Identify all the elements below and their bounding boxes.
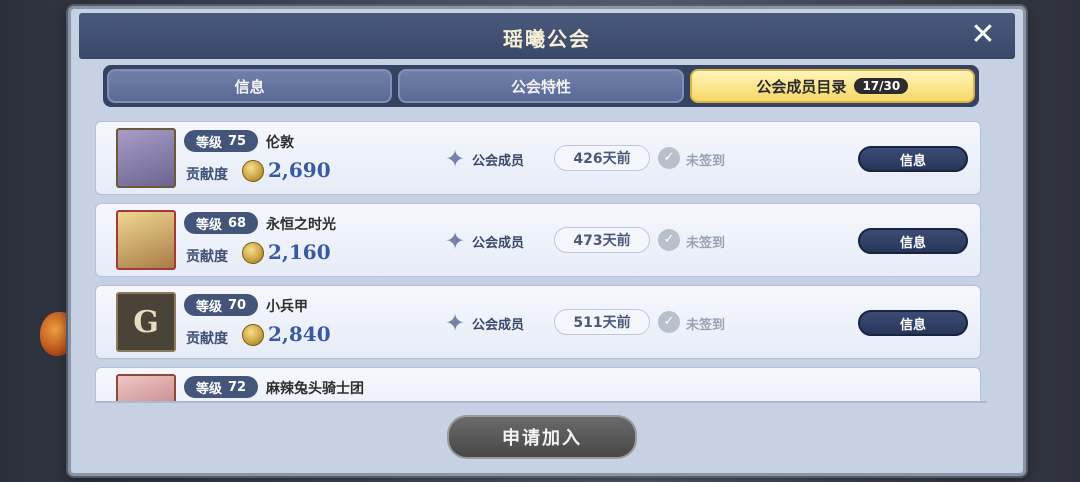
level-label: 等级 xyxy=(195,299,222,315)
info-button[interactable]: 信息 xyxy=(858,310,968,336)
member-name: 永恒之时光 xyxy=(266,217,336,233)
signin-status: 未签到 xyxy=(686,318,726,333)
check-icon: ✓ xyxy=(658,147,680,169)
contribution-label: 贡献度 xyxy=(186,167,228,183)
avatar[interactable]: G xyxy=(116,292,176,352)
last-online: 426天前 xyxy=(554,145,650,171)
member-name: 小兵甲 xyxy=(266,299,308,315)
title-bar: 瑶曦公会 ✕ xyxy=(79,13,1015,59)
tab-guild-traits-label: 公会特性 xyxy=(510,77,571,96)
signin-status: 未签到 xyxy=(686,236,726,251)
avatar[interactable] xyxy=(116,374,176,401)
level-label: 等级 xyxy=(195,135,222,151)
last-online: 473天前 xyxy=(554,227,650,253)
avatar[interactable] xyxy=(116,210,176,270)
level-value: 68 xyxy=(227,215,247,231)
tab-info[interactable]: 信息 xyxy=(107,69,393,103)
info-button[interactable]: 信息 xyxy=(858,146,968,172)
member-rank: 公会成员 xyxy=(472,318,525,333)
member-count-badge: 17/30 xyxy=(854,78,909,94)
member-list[interactable]: 等级 75 伦敦 贡献度 2,690 ✦ 公会成员 426天前 ✓ 未签到 信息… xyxy=(95,121,987,401)
level-badge: 等级 75 xyxy=(184,130,258,152)
close-icon[interactable]: ✕ xyxy=(965,17,1001,53)
tab-member-directory[interactable]: 公会成员目录 17/30 xyxy=(689,69,975,103)
last-online: 511天前 xyxy=(554,309,650,335)
member-name: 伦敦 xyxy=(266,135,294,151)
contribution-label: 贡献度 xyxy=(186,249,228,265)
member-row: 等级 72 麻辣兔头骑士团 xyxy=(95,367,981,401)
level-label: 等级 xyxy=(195,217,222,233)
info-button[interactable]: 信息 xyxy=(858,228,968,254)
contribution-value: 2,160 xyxy=(268,240,331,264)
member-rank: 公会成员 xyxy=(472,154,525,169)
tab-member-directory-label: 公会成员目录 xyxy=(756,77,847,96)
contribution-label: 贡献度 xyxy=(186,331,228,347)
apply-join-button[interactable]: 申请加入 xyxy=(447,415,637,459)
level-value: 70 xyxy=(227,297,247,313)
signin-status: 未签到 xyxy=(686,154,726,169)
tab-info-label: 信息 xyxy=(234,77,265,96)
coin-icon xyxy=(242,160,264,182)
contribution-value: 2,840 xyxy=(268,322,331,346)
level-badge: 等级 70 xyxy=(184,294,258,316)
coin-icon xyxy=(242,242,264,264)
coin-icon xyxy=(242,324,264,346)
check-icon: ✓ xyxy=(658,311,680,333)
level-value: 75 xyxy=(227,133,247,149)
contribution-value: 2,690 xyxy=(268,158,331,182)
tab-bar: 信息 公会特性 公会成员目录 17/30 xyxy=(103,65,979,107)
star-icon: ✦ xyxy=(444,309,466,337)
tab-guild-traits[interactable]: 公会特性 xyxy=(398,69,684,103)
check-icon: ✓ xyxy=(658,229,680,251)
member-rank: 公会成员 xyxy=(472,236,525,251)
level-label: 等级 xyxy=(195,381,222,397)
level-badge: 等级 72 xyxy=(184,376,258,398)
list-divider xyxy=(95,401,987,403)
star-icon: ✦ xyxy=(444,227,466,255)
member-row: 等级 68 永恒之时光 贡献度 2,160 ✦ 公会成员 473天前 ✓ 未签到… xyxy=(95,203,981,277)
level-value: 72 xyxy=(227,379,247,395)
level-badge: 等级 68 xyxy=(184,212,258,234)
member-row: G 等级 70 小兵甲 贡献度 2,840 ✦ 公会成员 511天前 ✓ 未签到… xyxy=(95,285,981,359)
avatar[interactable] xyxy=(116,128,176,188)
dialog-title: 瑶曦公会 xyxy=(503,27,591,51)
member-name: 麻辣兔头骑士团 xyxy=(266,381,364,397)
member-row: 等级 75 伦敦 贡献度 2,690 ✦ 公会成员 426天前 ✓ 未签到 信息 xyxy=(95,121,981,195)
guild-dialog: 瑶曦公会 ✕ 信息 公会特性 公会成员目录 17/30 等级 75 伦敦 贡献度… xyxy=(68,6,1026,476)
star-icon: ✦ xyxy=(444,145,466,173)
